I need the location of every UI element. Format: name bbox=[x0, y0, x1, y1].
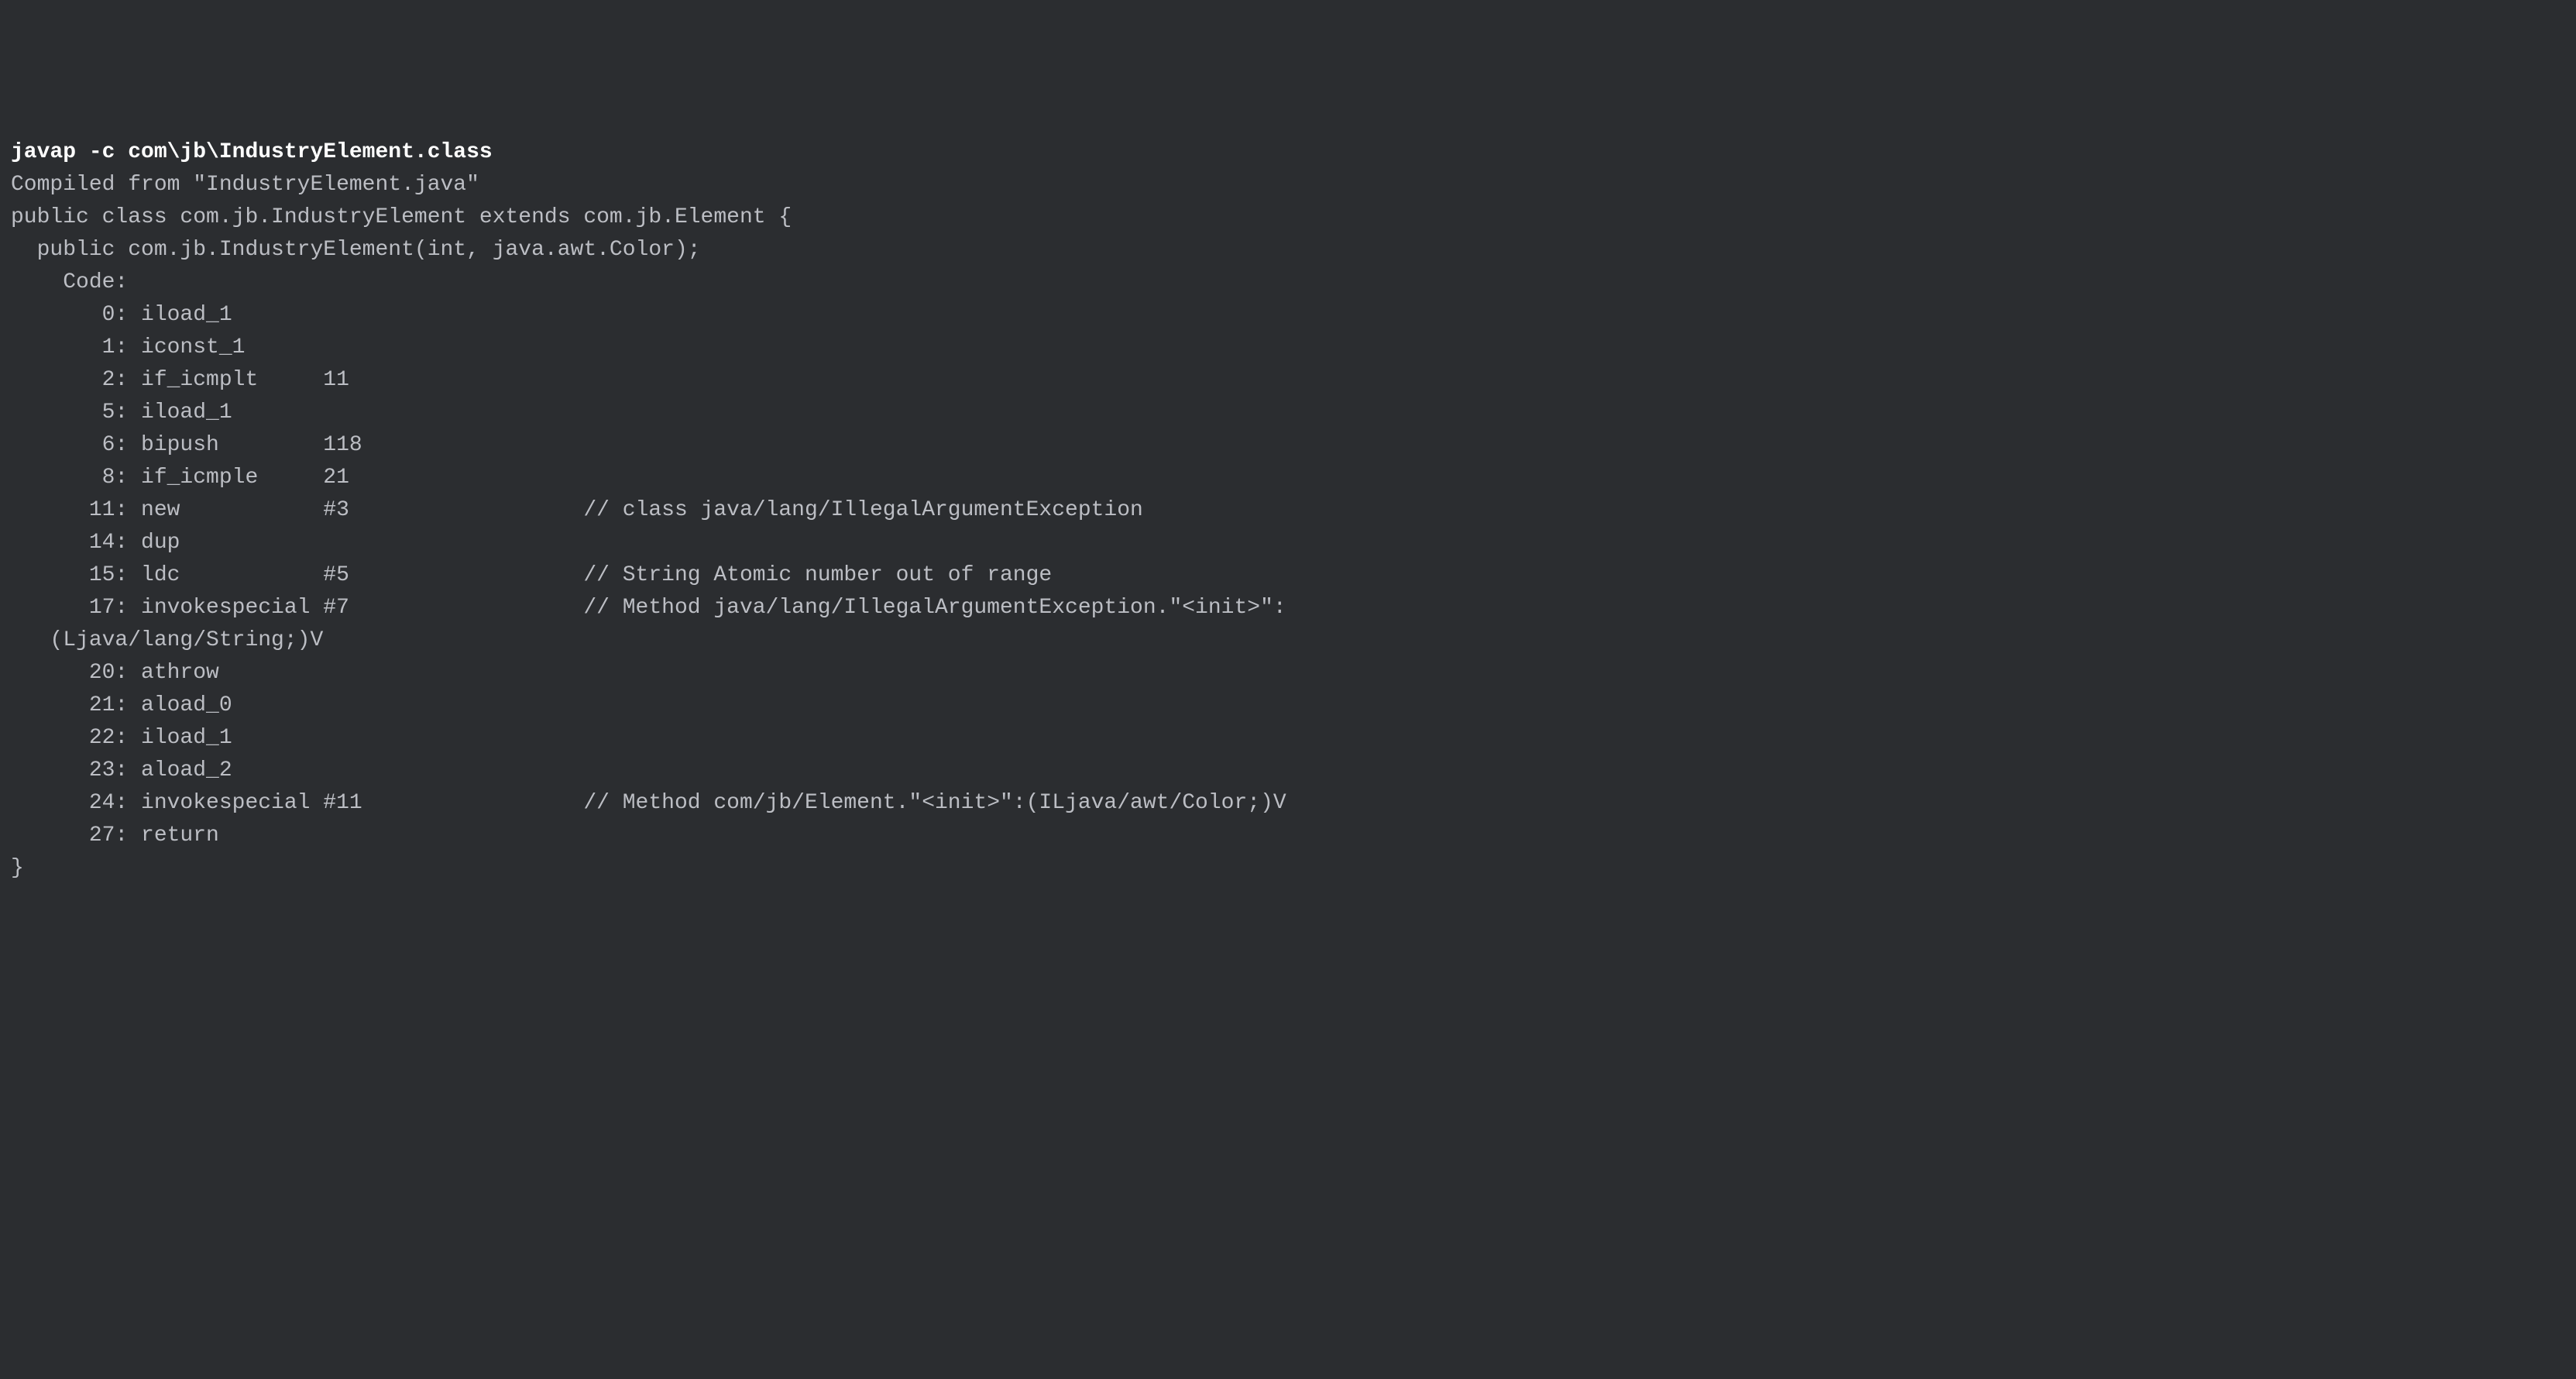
terminal-command: javap -c com\jb\IndustryElement.class bbox=[11, 140, 493, 164]
terminal-output: Compiled from "IndustryElement.java" pub… bbox=[11, 173, 1286, 880]
